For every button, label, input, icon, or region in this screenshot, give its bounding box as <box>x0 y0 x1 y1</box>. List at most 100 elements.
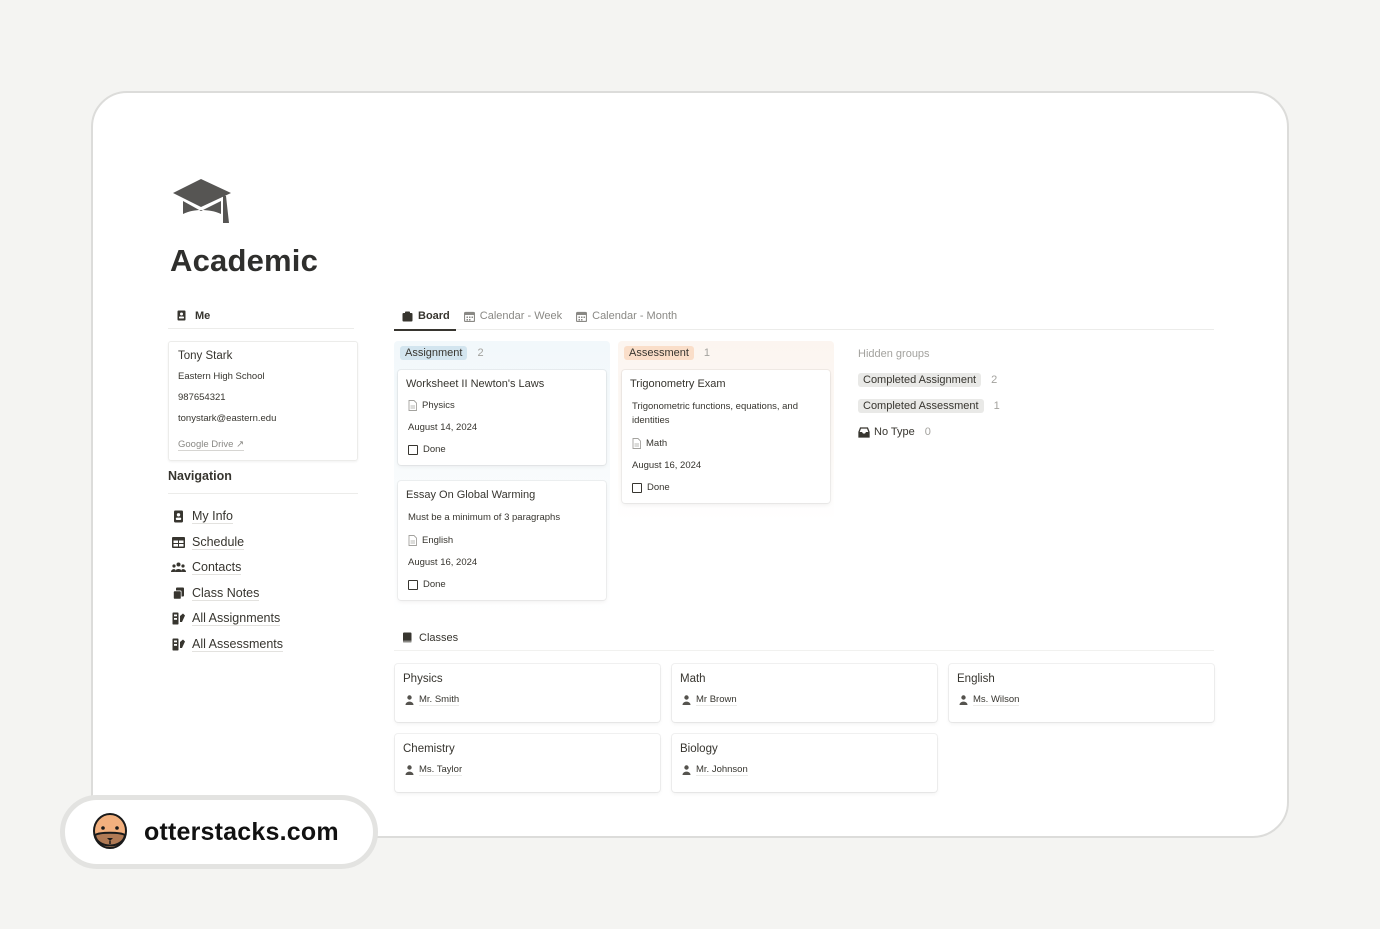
document-icon <box>632 438 641 449</box>
board-card[interactable]: Trigonometry Exam Trigonometric function… <box>622 370 830 503</box>
person-icon <box>959 695 968 705</box>
done-checkbox[interactable] <box>632 482 642 493</box>
board-column-assignment: Assignment 2 Worksheet II Newton's Laws … <box>394 341 610 617</box>
person-icon <box>682 695 691 705</box>
board-card[interactable]: Essay On Global Warming Must be a minimu… <box>398 481 606 600</box>
card-title: Essay On Global Warming <box>406 489 536 501</box>
tab-label: Calendar - Month <box>592 310 678 322</box>
nav-item-label: All Assignments <box>192 611 281 627</box>
page-title: Academic <box>170 243 319 278</box>
done-label: Done <box>423 579 446 590</box>
hidden-group-completed-assignment[interactable]: Completed Assignment 2 <box>858 371 1000 389</box>
class-name: Physics <box>403 673 443 685</box>
nav-item-schedule[interactable]: Schedule <box>168 530 358 556</box>
done-checkbox[interactable] <box>408 444 418 455</box>
classes-heading-label: Classes <box>419 631 459 644</box>
class-card-physics[interactable]: Physics Mr. Smith <box>395 664 660 722</box>
calendar-icon <box>463 311 475 322</box>
card-date: August 16, 2024 <box>408 557 478 568</box>
person-icon <box>682 765 691 775</box>
people-icon <box>171 562 186 573</box>
hidden-group-no-type[interactable]: No Type 0 <box>858 423 1000 441</box>
nav-item-all-assignments[interactable]: All Assignments <box>168 606 358 632</box>
class-teacher[interactable]: Mr. Johnson <box>680 764 929 776</box>
class-teacher[interactable]: Mr Brown <box>680 694 929 706</box>
group-count: 0 <box>924 426 931 438</box>
class-card-english[interactable]: English Ms. Wilson <box>949 664 1214 722</box>
card-subject[interactable]: English <box>408 535 596 546</box>
class-teacher[interactable]: Mr. Smith <box>403 694 652 706</box>
column-header[interactable]: Assessment 1 <box>618 341 834 365</box>
column-header[interactable]: Assignment 2 <box>394 341 610 365</box>
notion-page-window: Academic Me Tony Stark Eastern High Scho… <box>91 91 1289 838</box>
hidden-group-completed-assessment[interactable]: Completed Assessment 1 <box>858 397 1000 415</box>
class-card-math[interactable]: Math Mr Brown <box>672 664 937 722</box>
nav-item-label: All Assessments <box>192 636 284 652</box>
card-done[interactable]: Done <box>632 482 820 493</box>
view-tabs: Board Calendar - Week Calendar - Month <box>394 303 1214 331</box>
tab-board[interactable]: Board <box>394 303 456 331</box>
class-teacher[interactable]: Ms. Taylor <box>403 764 652 776</box>
card-description: Must be a minimum of 3 paragraphs <box>408 512 561 523</box>
brand-name: otterstacks.com <box>144 817 339 846</box>
card-done[interactable]: Done <box>408 444 596 455</box>
class-name: English <box>957 673 995 685</box>
group-count: 1 <box>703 347 711 359</box>
nav-item-label: Class Notes <box>192 585 260 601</box>
nav-item-label: Contacts <box>192 560 242 576</box>
brand-badge[interactable]: otterstacks.com <box>60 795 378 869</box>
nav-item-contacts[interactable]: Contacts <box>168 555 358 581</box>
no-type-text: No Type <box>874 426 915 438</box>
group-count: 2 <box>991 374 998 386</box>
tab-label: Board <box>418 310 450 322</box>
class-card-chemistry[interactable]: Chemistry Ms. Taylor <box>395 734 660 792</box>
tab-calendar-month[interactable]: Calendar - Month <box>568 303 683 330</box>
class-card-biology[interactable]: Biology Mr. Johnson <box>672 734 937 792</box>
clipboard-icon <box>402 311 413 321</box>
card-title: Trigonometry Exam <box>630 378 726 390</box>
nav-item-all-assessments[interactable]: All Assessments <box>168 632 358 658</box>
me-heading-label: Me <box>195 309 211 322</box>
profile-email[interactable]: tonystark@eastern.edu <box>178 413 348 424</box>
group-label: Completed Assignment <box>858 373 982 387</box>
tab-calendar-week[interactable]: Calendar - Week <box>456 303 568 330</box>
assignment-icon <box>172 638 185 651</box>
card-subject[interactable]: Math <box>632 438 820 449</box>
calendar-icon <box>576 311 588 322</box>
board-card[interactable]: Worksheet II Newton's Laws Physics Augus… <box>398 370 606 465</box>
inbox-icon <box>858 426 870 438</box>
me-heading[interactable]: Me <box>168 303 354 329</box>
done-checkbox[interactable] <box>408 579 418 590</box>
card-description: Trigonometric functions, equations, and … <box>632 401 798 426</box>
id-badge-icon <box>177 310 186 321</box>
copy-pages-icon <box>173 587 184 600</box>
nav-item-class-notes[interactable]: Class Notes <box>168 581 358 607</box>
hidden-groups-title: Hidden groups <box>858 348 930 360</box>
card-date: August 16, 2024 <box>632 460 702 471</box>
card-title: Worksheet II Newton's Laws <box>406 378 545 390</box>
google-drive-link[interactable]: Google Drive ↗ <box>178 439 245 451</box>
classes-heading[interactable]: Classes <box>394 625 1214 651</box>
tab-label: Calendar - Week <box>479 310 563 322</box>
class-teacher[interactable]: Ms. Wilson <box>957 694 1206 706</box>
table-icon <box>172 536 185 548</box>
navigation-heading: Navigation <box>168 469 358 494</box>
document-icon <box>408 400 417 411</box>
teacher-name: Ms. Wilson <box>973 694 1020 706</box>
class-name: Biology <box>680 743 718 755</box>
group-count: 1 <box>993 400 1000 412</box>
class-name: Math <box>680 673 706 685</box>
book-icon <box>403 632 412 643</box>
group-label: Assessment <box>624 346 694 360</box>
profile-name: Tony Stark <box>178 350 233 362</box>
profile-phone: 987654321 <box>178 392 226 403</box>
person-icon <box>405 695 414 705</box>
card-subject[interactable]: Physics <box>408 400 596 411</box>
nav-item-my-info[interactable]: My Info <box>168 504 358 530</box>
nav-item-label: Schedule <box>192 534 245 550</box>
profile-card[interactable]: Tony Stark Eastern High School 987654321… <box>168 341 358 461</box>
class-name: Chemistry <box>403 743 455 755</box>
group-count: 2 <box>477 347 484 359</box>
card-done[interactable]: Done <box>408 579 596 590</box>
done-label: Done <box>423 444 446 455</box>
